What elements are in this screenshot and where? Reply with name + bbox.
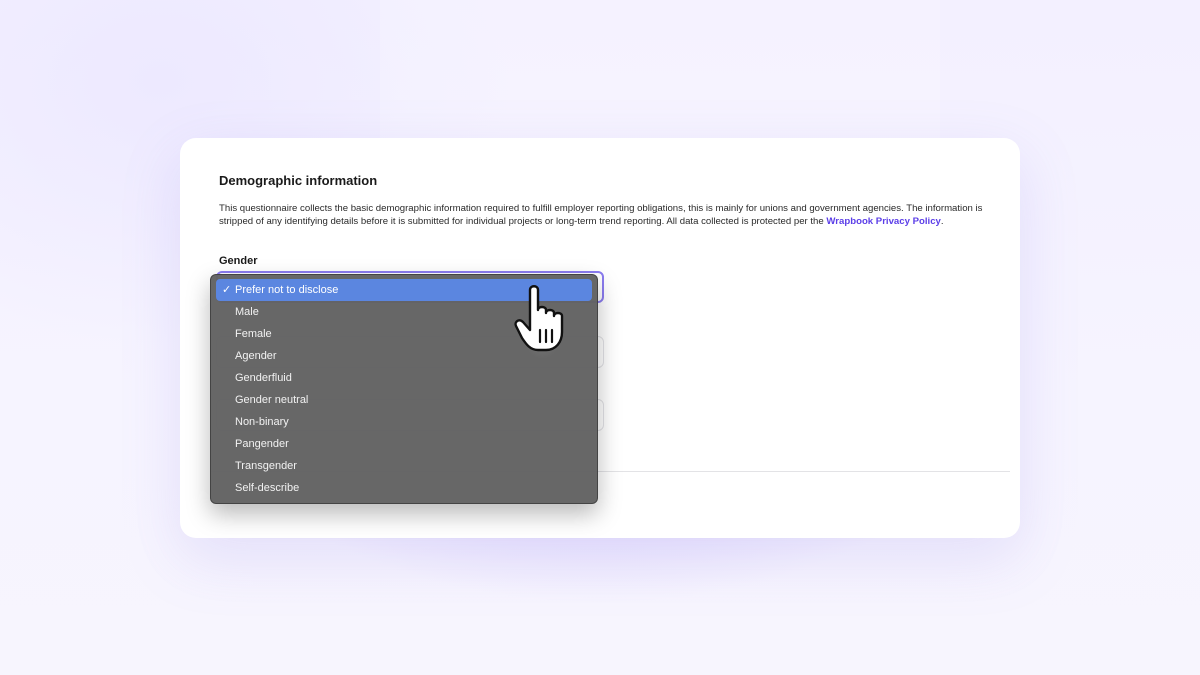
section-title: Demographic information [219, 173, 378, 188]
option-label: Male [235, 306, 259, 318]
option-label: Non-binary [235, 416, 289, 428]
dropdown-option-self-describe[interactable]: Self-describe [216, 477, 592, 499]
option-label: Agender [235, 350, 277, 362]
dropdown-option-non-binary[interactable]: Non-binary [216, 411, 592, 433]
option-label: Gender neutral [235, 394, 309, 406]
description-end: . [940, 216, 944, 227]
dropdown-option-gender-neutral[interactable]: Gender neutral [216, 389, 592, 411]
pointing-hand-cursor-icon [514, 285, 564, 352]
checkmark-icon: ✓ [222, 284, 232, 296]
dropdown-option-pangender[interactable]: Pangender [216, 433, 592, 455]
option-label: Pangender [235, 438, 289, 450]
privacy-policy-link[interactable]: Wrapbook Privacy Policy [826, 216, 940, 227]
dropdown-option-transgender[interactable]: Transgender [216, 455, 592, 477]
option-label: Female [235, 328, 272, 340]
option-label: Transgender [235, 460, 297, 472]
section-description: This questionnaire collects the basic de… [219, 202, 999, 228]
option-label: Genderfluid [235, 372, 292, 384]
option-label: Prefer not to disclose [235, 284, 339, 296]
option-label: Self-describe [235, 482, 300, 494]
gender-label: Gender [219, 255, 258, 267]
dropdown-option-genderfluid[interactable]: Genderfluid [216, 367, 592, 389]
